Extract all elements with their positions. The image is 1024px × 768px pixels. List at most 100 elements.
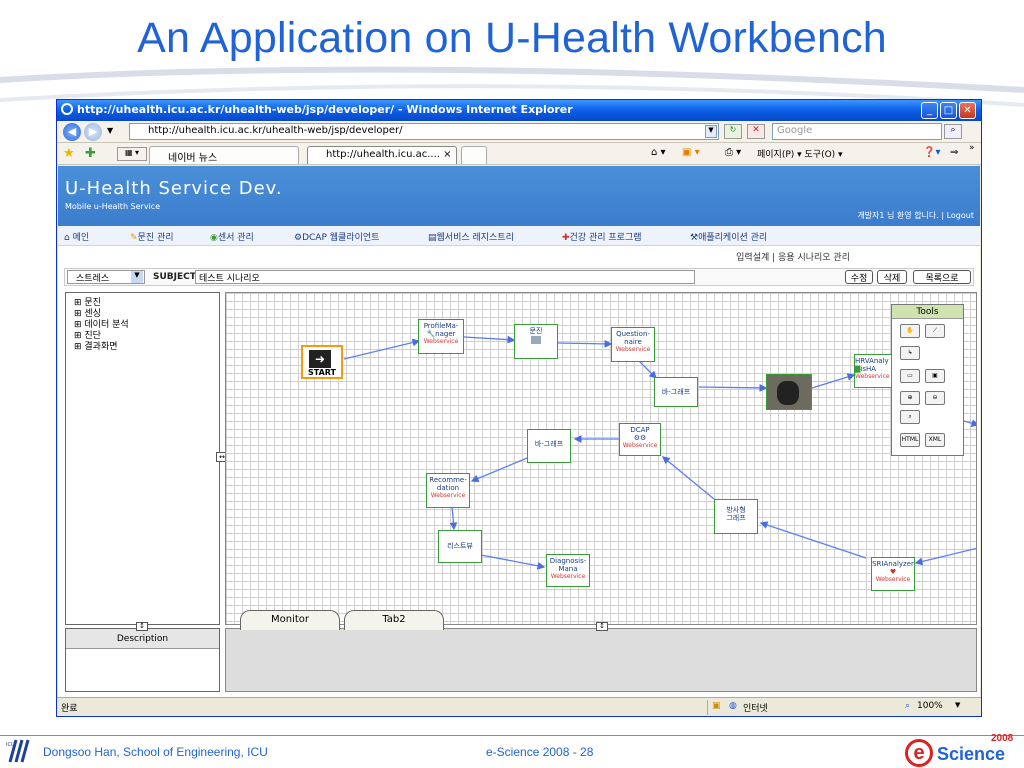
list-button[interactable]: 목록으로 — [913, 270, 971, 284]
maximize-button[interactable]: □ — [940, 102, 957, 119]
grid-tool-icon[interactable]: ▭ — [900, 369, 920, 383]
tree-item[interactable]: ⊞ 결과화면 — [74, 342, 219, 353]
monitor-panel: Monitor Tab2 — [225, 610, 977, 692]
pencil-icon: ✎ — [130, 233, 138, 243]
zoom-dropdown-icon[interactable]: ▼ — [955, 701, 960, 709]
registry-icon: ▤ — [428, 233, 437, 243]
workflow-arrows — [343, 335, 976, 570]
new-tab-button[interactable] — [461, 146, 487, 164]
ie-logo-icon — [61, 103, 73, 115]
subject-input[interactable]: 테스트 시나리오 — [195, 270, 695, 284]
tree-item[interactable]: ⊞ 진단 — [74, 331, 219, 342]
nav-dcap[interactable]: ⚙DCAP 웹클라이언트 — [294, 230, 379, 243]
chevron-down-icon: ▼ — [131, 271, 143, 283]
workflow-canvas[interactable]: ➜ START ProfileMa- 🔧nager Webservice 문진 Qu… — [225, 292, 977, 625]
address-input[interactable]: http://uhealth.icu.ac.kr/uhealth-web/jsp… — [129, 123, 719, 140]
nav-health-program[interactable]: ✚건강 관리 프로그램 — [562, 230, 642, 243]
welcome-logout[interactable]: 개발자1 님 환영 합니다. | Logout — [857, 210, 974, 221]
vertical-splitter-icon[interactable]: ↕ — [136, 622, 148, 631]
logo-e-icon: e — [905, 739, 933, 767]
logo-year: 2008 — [991, 733, 1014, 744]
tab-uhealth[interactable]: http://uhealth.icu.ac.... × — [307, 146, 457, 164]
tab-naver-news[interactable]: 네이버 뉴스 — [149, 146, 299, 164]
site-subtitle: Mobile u-Health Service — [65, 202, 161, 211]
health-icon: ✚ — [562, 233, 570, 243]
forward-icon[interactable]: ▶ — [84, 123, 102, 141]
more-chevron-icon[interactable]: » — [969, 143, 975, 153]
person-icon: ♥ — [889, 568, 897, 576]
search-input[interactable]: Google — [772, 123, 942, 140]
help-icon[interactable]: ❓▾ — [923, 147, 940, 158]
tools-palette: Tools ✋ ⟋ ↳ ▭ ▣ ⊕ ⊖ ⌕ HTML XML — [891, 304, 964, 456]
print-icon[interactable]: ⎙ ▾ — [725, 147, 741, 158]
wrench-icon: 🔧 — [426, 330, 436, 338]
hand-tool-icon[interactable]: ✋ — [900, 324, 920, 338]
tab-monitor[interactable]: Monitor — [240, 610, 340, 630]
vertical-splitter-icon[interactable]: ↕ — [596, 622, 608, 631]
favorites-star-icon[interactable]: ★ — [63, 146, 75, 161]
nav-sensor[interactable]: ◉센서 관리 — [210, 230, 254, 243]
feeds-icon[interactable]: ▣ ▾ — [682, 147, 700, 158]
home-icon: ⌂ — [64, 233, 70, 243]
minimize-button[interactable]: _ — [921, 102, 938, 119]
device-image-icon — [777, 381, 799, 405]
footer-author: Dongsoo Han, School of Engineering, ICU — [43, 745, 268, 759]
node-questionnaire[interactable]: Question-naire Webservice — [611, 327, 655, 362]
node-diagnosis-manager[interactable]: Diagnosis- Mana Webservice — [546, 554, 590, 587]
zoom-level[interactable]: 100% — [917, 701, 943, 711]
dropdown-arrow-icon[interactable]: ▼ — [107, 126, 113, 135]
slide-title: An Application on U-Health Workbench — [137, 14, 887, 62]
node-dcap[interactable]: DCAP ⚙⚙ Webservice — [619, 423, 661, 456]
close-button[interactable]: ✕ — [959, 102, 976, 119]
zoom-in-icon[interactable]: ⊕ — [900, 391, 920, 405]
delete-button[interactable]: 삭제 — [877, 270, 907, 284]
xml-export-icon[interactable]: XML — [925, 433, 945, 447]
zoom-out-icon[interactable]: ⊖ — [925, 391, 945, 405]
stop-icon[interactable]: ✕ — [747, 124, 765, 139]
tab-tab2[interactable]: Tab2 — [344, 610, 444, 630]
gear-icon: ⚙ — [294, 233, 303, 243]
html-export-icon[interactable]: HTML — [900, 433, 920, 447]
nav-main[interactable]: ⌂ 메인 — [64, 230, 89, 243]
escience-logo: 2008 e Science — [905, 733, 1021, 767]
start-node[interactable]: ➜ START — [301, 345, 343, 379]
tree-item[interactable]: ⊞ 센싱 — [74, 309, 219, 320]
edit-button[interactable]: 수정 — [845, 270, 873, 284]
tools-title: Tools — [892, 305, 963, 319]
add-favorites-icon[interactable]: ✚ — [85, 146, 96, 161]
search-icon[interactable]: ⌕ — [944, 124, 962, 139]
category-select[interactable]: 스트레스 ▼ — [67, 270, 145, 284]
node-device-photo[interactable] — [766, 374, 812, 410]
refresh-icon[interactable]: ↻ — [724, 124, 742, 139]
lock-icon: ▣ — [712, 701, 721, 711]
link-tool-icon[interactable]: ↳ — [900, 346, 920, 360]
site-nav: ⌂ 메인 ✎문진 관리 ◉센서 관리 ⚙DCAP 웹클라이언트 ▤웹서비스 레지… — [58, 226, 980, 246]
favorites-tab-bar: ★ ✚ ▦ ▾ 네이버 뉴스 http://uhealth.icu.ac....… — [57, 143, 981, 165]
search-icon[interactable]: ⌕ — [900, 410, 920, 424]
home-icon[interactable]: ⌂ ▾ — [651, 147, 666, 158]
node-recommendation[interactable]: Recomme-dation Webservice — [426, 473, 470, 508]
node-munjin[interactable]: 문진 — [514, 324, 558, 359]
node-hrv-analysis[interactable]: HRVAnaly ▇isHA Webservice — [854, 354, 894, 388]
tree-item[interactable]: ⊞ 문진 — [74, 298, 219, 309]
nav-ws-registry[interactable]: ▤웹서비스 레지스트리 — [428, 230, 514, 243]
connect-tool-icon[interactable]: ⟋ — [925, 324, 945, 338]
node-profile-manager[interactable]: ProfileMa- 🔧nager Webservice — [418, 319, 464, 354]
nav-app-manage[interactable]: ⚒애플리케이션 관리 — [690, 230, 767, 243]
breadcrumb: 입력설계 | 응용 시나리오 관리 — [736, 253, 850, 263]
node-bar-graph-2[interactable]: 바-그래프 — [527, 429, 571, 463]
address-dropdown-icon[interactable]: ▼ — [705, 125, 717, 138]
nav-munjin[interactable]: ✎문진 관리 — [130, 230, 174, 243]
node-bar-graph-1[interactable]: 바-그래프 — [654, 377, 698, 407]
window-tool-icon[interactable]: ▣ — [925, 369, 945, 383]
page-tools-menu[interactable]: 페이지(P) ▾ 도구(O) ▾ — [757, 147, 843, 160]
tab-list-icon[interactable]: ▦ ▾ — [117, 147, 147, 161]
tree-item[interactable]: ⊞ 데이터 분석 — [74, 320, 219, 331]
node-sri-analyzer[interactable]: SRIAnalyzer ♥ Webservice — [871, 557, 915, 591]
research-icon[interactable]: ⇒ — [950, 147, 958, 158]
site-banner: U-Health Service Dev. Mobile u-Health Se… — [58, 166, 980, 226]
logo-text: Science — [937, 744, 1006, 764]
node-list-view[interactable]: 리스트뷰 — [438, 530, 482, 563]
node-radial-graph[interactable]: 방사형 그래프 — [714, 499, 758, 534]
back-icon[interactable]: ◀ — [63, 123, 81, 141]
